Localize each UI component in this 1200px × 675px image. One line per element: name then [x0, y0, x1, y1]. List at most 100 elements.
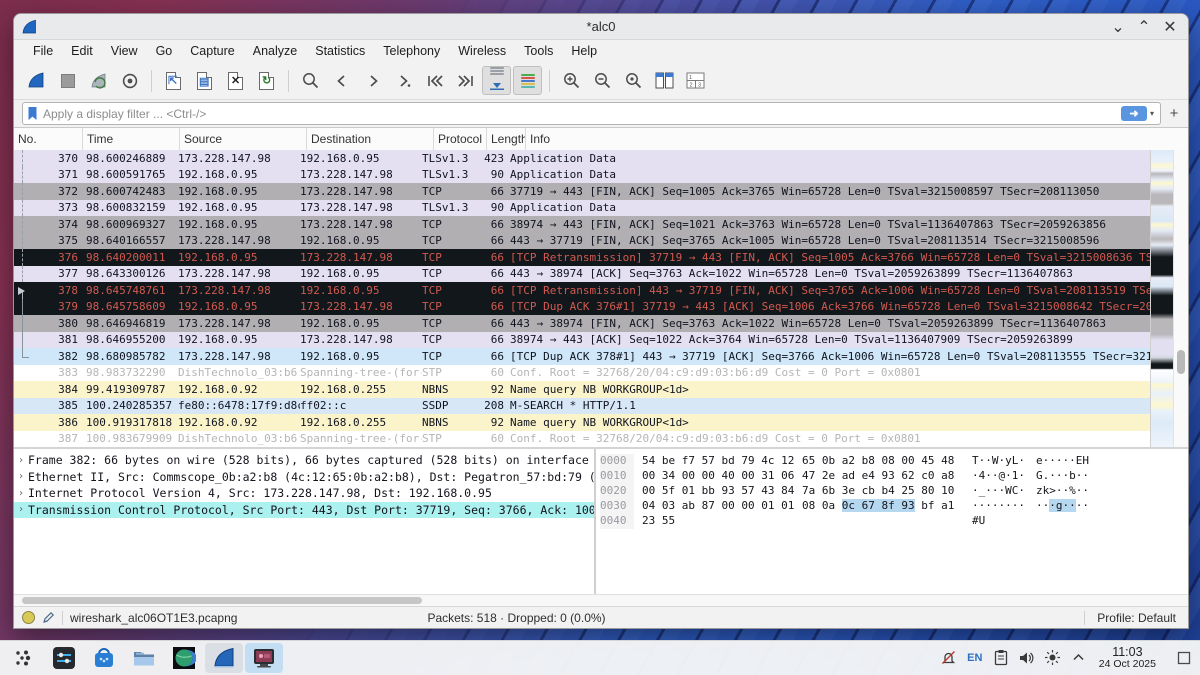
column-header-no[interactable]: No.	[14, 128, 83, 150]
resize-columns-icon[interactable]	[650, 66, 679, 95]
capture-comment-icon[interactable]	[42, 611, 55, 624]
hex-row[interactable]: 001000 34 00 00 40 00 31 0647 2e ad e4 9…	[600, 469, 1188, 484]
column-header-length[interactable]: Length	[487, 128, 526, 150]
go-back-icon[interactable]	[327, 66, 356, 95]
column-header-protocol[interactable]: Protocol	[434, 128, 487, 150]
zoom-reset-icon[interactable]	[619, 66, 648, 95]
layout-columns-icon[interactable]: 123	[681, 66, 710, 95]
menu-help[interactable]: Help	[562, 42, 606, 60]
menu-capture[interactable]: Capture	[181, 42, 243, 60]
column-header-destination[interactable]: Destination	[307, 128, 434, 150]
screen-capture-icon[interactable]	[245, 643, 283, 673]
find-packet-icon[interactable]	[296, 66, 325, 95]
menu-tools[interactable]: Tools	[515, 42, 562, 60]
close-button[interactable]: ✕	[1162, 19, 1178, 35]
clipboard-icon[interactable]	[991, 648, 1011, 668]
menu-analyze[interactable]: Analyze	[244, 42, 306, 60]
expert-info-icon[interactable]	[22, 611, 35, 624]
start-capture-icon[interactable]	[22, 66, 51, 95]
packet-row[interactable]: 37698.640200011192.168.0.95173.228.147.9…	[14, 249, 1150, 266]
expander-icon[interactable]: ›	[14, 504, 28, 515]
app-launcher-icon[interactable]	[5, 643, 43, 673]
packet-row[interactable]: 37498.600969327192.168.0.95173.228.147.9…	[14, 216, 1150, 233]
zoom-in-icon[interactable]	[557, 66, 586, 95]
expander-icon[interactable]: ›	[14, 471, 28, 482]
save-file-icon[interactable]: ▤	[190, 66, 219, 95]
packet-list-scrollbar[interactable]	[1173, 150, 1188, 447]
packet-row[interactable]: 387100.983679909DishTechnolo_03:b6:…Span…	[14, 431, 1150, 448]
last-packet-icon[interactable]	[451, 66, 480, 95]
filter-dropdown-caret[interactable]: ▾	[1147, 109, 1157, 118]
colorize-icon[interactable]	[513, 66, 542, 95]
go-forward-icon[interactable]	[358, 66, 387, 95]
hex-row[interactable]: 003004 03 ab 87 00 00 01 0108 0a 0c 67 8…	[600, 499, 1188, 514]
discover-icon[interactable]	[85, 643, 123, 673]
stop-capture-icon[interactable]	[53, 66, 82, 95]
display-filter-box[interactable]: ➜ ▾	[22, 102, 1161, 125]
packet-row[interactable]: 37598.640166557173.228.147.98192.168.0.9…	[14, 233, 1150, 250]
packet-row[interactable]: 37998.645758609192.168.0.95173.228.147.9…	[14, 299, 1150, 316]
packet-row[interactable]: 37898.645748761173.228.147.98192.168.0.9…	[14, 282, 1150, 299]
filter-bookmark-icon[interactable]	[26, 106, 39, 121]
show-desktop-button[interactable]	[1174, 648, 1194, 668]
add-filter-button[interactable]: +	[1166, 105, 1182, 122]
reload-file-icon[interactable]: ↻	[252, 66, 281, 95]
detail-line[interactable]: ›Transmission Control Protocol, Src Port…	[14, 502, 594, 519]
expander-icon[interactable]: ›	[14, 488, 28, 499]
go-to-packet-icon[interactable]	[389, 66, 418, 95]
packet-row[interactable]: 38098.646946819173.228.147.98192.168.0.9…	[14, 315, 1150, 332]
profile-selector[interactable]: Profile: Default	[1084, 611, 1188, 625]
first-packet-icon[interactable]	[420, 66, 449, 95]
packet-row[interactable]: 37798.643300126173.228.147.98192.168.0.9…	[14, 266, 1150, 283]
packet-row[interactable]: 38198.646955200192.168.0.95173.228.147.9…	[14, 332, 1150, 349]
web-browser-icon[interactable]	[165, 643, 203, 673]
restart-capture-icon[interactable]	[84, 66, 113, 95]
maximize-button[interactable]: ⌃	[1136, 19, 1152, 35]
intelligent-scrollbar-minimap[interactable]	[1150, 150, 1174, 447]
wireshark-task-icon[interactable]	[205, 643, 243, 673]
packet-row[interactable]: 37098.600246889173.228.147.98192.168.0.9…	[14, 150, 1150, 167]
column-header-time[interactable]: Time	[83, 128, 180, 150]
tray-expander-icon[interactable]	[1069, 648, 1089, 668]
menu-wireless[interactable]: Wireless	[449, 42, 515, 60]
detail-line[interactable]: ›Frame 382: 66 bytes on wire (528 bits),…	[14, 452, 594, 469]
scrollbar-thumb[interactable]	[1177, 350, 1185, 374]
menu-edit[interactable]: Edit	[62, 42, 102, 60]
zoom-out-icon[interactable]	[588, 66, 617, 95]
packet-row[interactable]: 38499.419309787192.168.0.92192.168.0.255…	[14, 381, 1150, 398]
column-header-source[interactable]: Source	[180, 128, 307, 150]
packet-row[interactable]: 37398.600832159192.168.0.95173.228.147.9…	[14, 200, 1150, 217]
capture-options-icon[interactable]	[115, 66, 144, 95]
hscroll-thumb[interactable]	[22, 597, 422, 604]
menu-view[interactable]: View	[102, 42, 147, 60]
file-manager-icon[interactable]	[125, 643, 163, 673]
system-settings-icon[interactable]	[45, 643, 83, 673]
hex-row[interactable]: 000054 be f7 57 bd 79 4c 1265 0b a2 b8 0…	[600, 454, 1188, 469]
volume-icon[interactable]	[1017, 648, 1037, 668]
packet-row[interactable]: 385100.240285357fe80::6478:17f9:d8c…ff02…	[14, 398, 1150, 415]
auto-scroll-icon[interactable]	[482, 66, 511, 95]
packet-row[interactable]: 38398.983732290DishTechnolo_03:b6:…Spann…	[14, 365, 1150, 382]
menu-statistics[interactable]: Statistics	[306, 42, 374, 60]
packet-row[interactable]: 37198.600591765192.168.0.95173.228.147.9…	[14, 167, 1150, 184]
close-file-icon[interactable]: ✕	[221, 66, 250, 95]
packet-row[interactable]: 38298.680985782173.228.147.98192.168.0.9…	[14, 348, 1150, 365]
packet-row[interactable]: 386100.919317818192.168.0.92192.168.0.25…	[14, 414, 1150, 431]
display-filter-input[interactable]	[39, 107, 1121, 121]
keyboard-layout-indicator[interactable]: EN	[965, 648, 985, 668]
hex-row[interactable]: 002000 5f 01 bb 93 57 43 847a 6b 3e cb b…	[600, 484, 1188, 499]
brightness-icon[interactable]	[1043, 648, 1063, 668]
hex-row[interactable]: 004023 55#U	[600, 514, 1188, 529]
column-header-info[interactable]: Info	[526, 128, 1188, 150]
menu-telephony[interactable]: Telephony	[374, 42, 449, 60]
clock[interactable]: 11:03 24 Oct 2025	[1095, 646, 1160, 670]
packet-row[interactable]: 37298.600742483192.168.0.95173.228.147.9…	[14, 183, 1150, 200]
detail-line[interactable]: ›Internet Protocol Version 4, Src: 173.2…	[14, 485, 594, 502]
titlebar[interactable]: *alc0 ⌄⌃✕	[14, 14, 1188, 40]
menu-file[interactable]: File	[24, 42, 62, 60]
notifications-muted-icon[interactable]	[939, 648, 959, 668]
expander-icon[interactable]: ›	[14, 455, 28, 466]
open-file-icon[interactable]: ⇱	[159, 66, 188, 95]
details-horizontal-scrollbar[interactable]	[14, 594, 1188, 606]
menu-go[interactable]: Go	[147, 42, 182, 60]
